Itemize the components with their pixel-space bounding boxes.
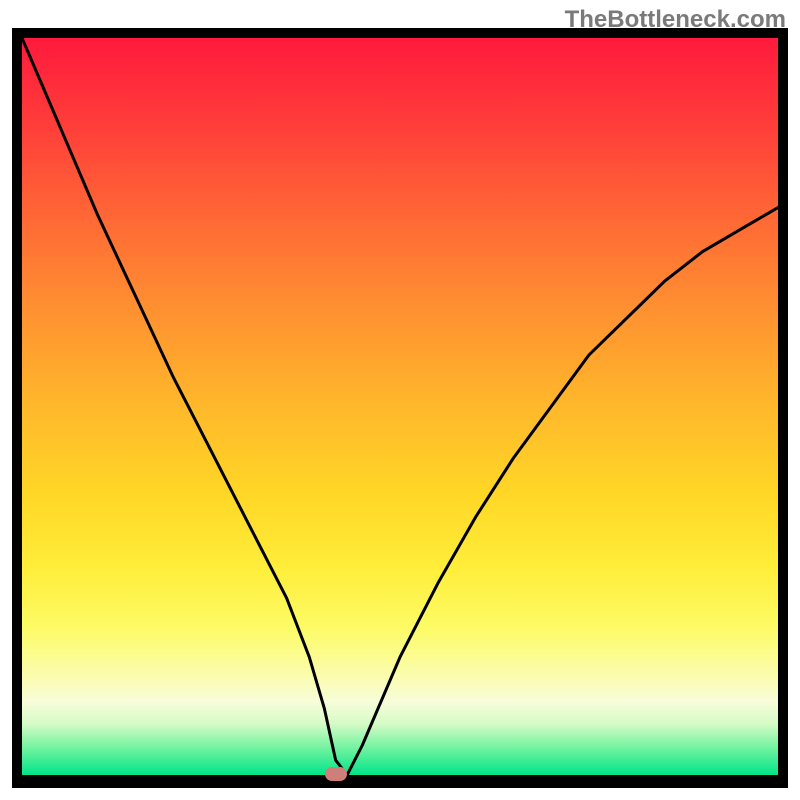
bottleneck-curve [22,38,778,775]
chart-frame [12,28,788,788]
plot-area [22,38,778,775]
watermark-text: TheBottleneck.com [565,6,786,34]
minimum-marker [325,767,347,781]
